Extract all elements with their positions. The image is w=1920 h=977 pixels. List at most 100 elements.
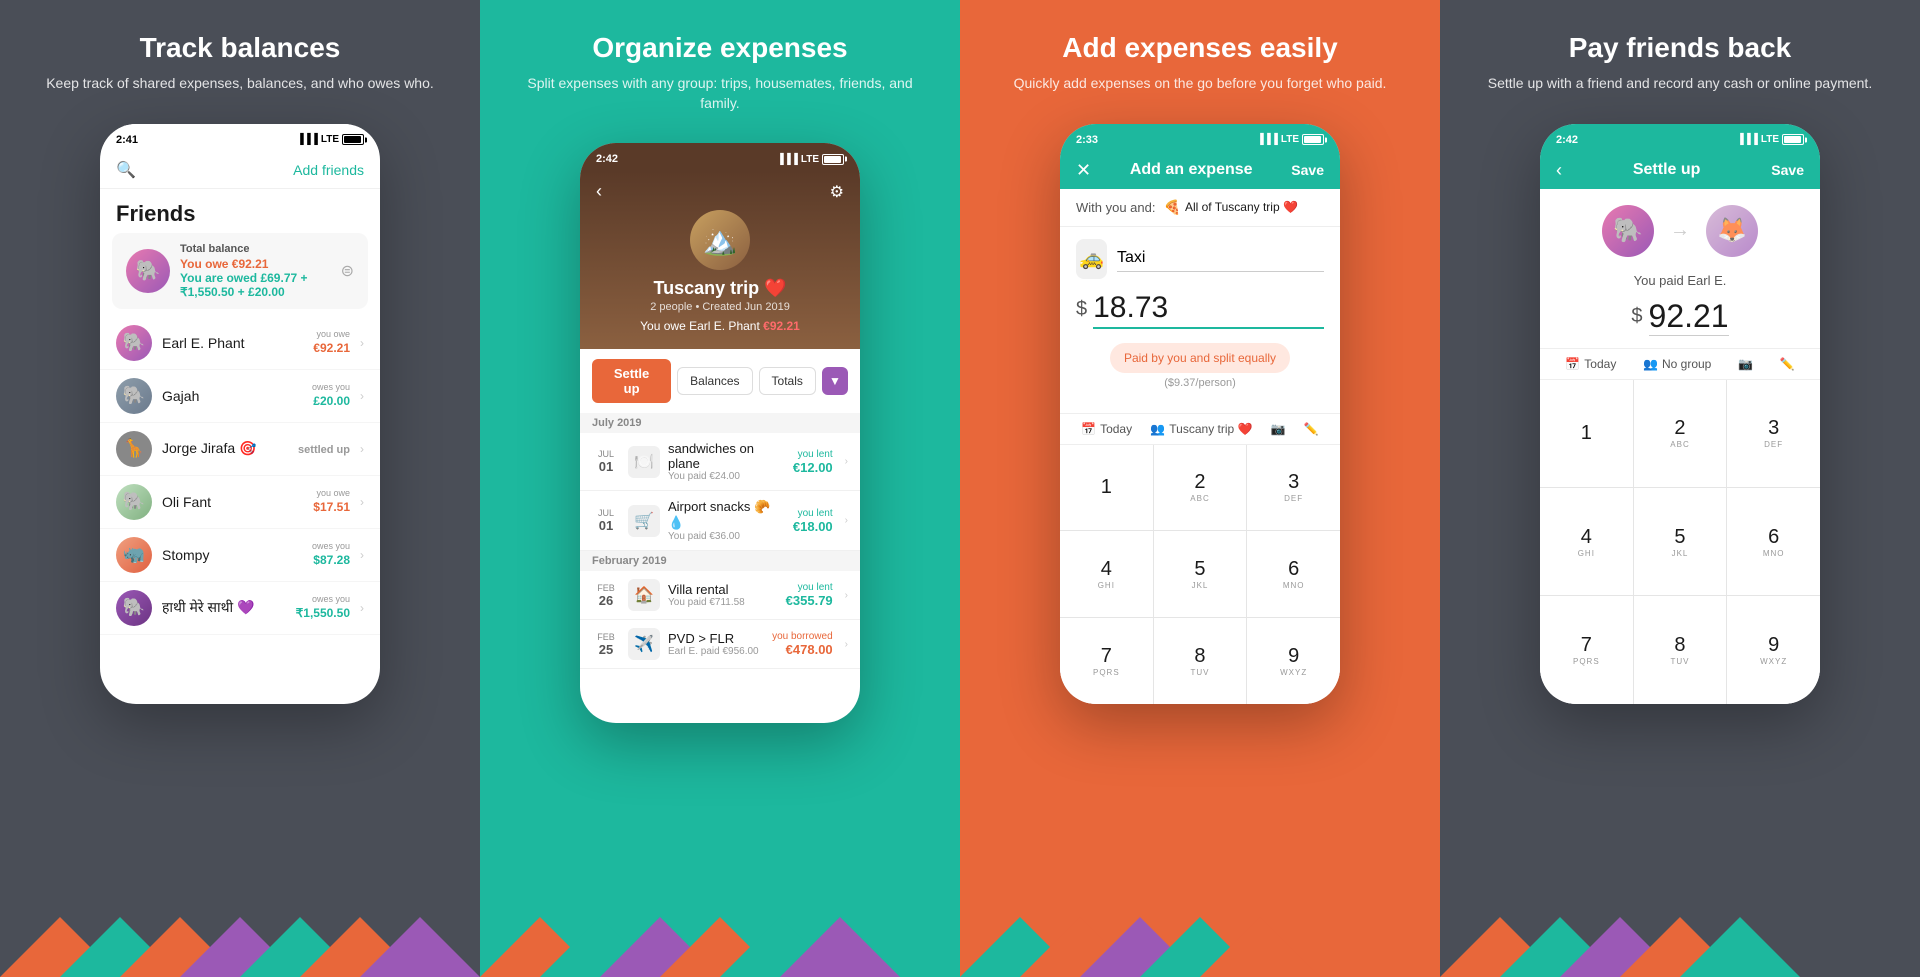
numpad-key[interactable]: 6MNO (1247, 531, 1340, 617)
signal-icon: ▐▐▐ (297, 134, 318, 145)
calendar-icon4: 📅 (1565, 357, 1580, 371)
numpad-key[interactable]: 5JKL (1634, 488, 1727, 595)
friend-row[interactable]: 🐘 Earl E. Phant you owe €92.21 › (100, 317, 380, 370)
numpad-key[interactable]: 4GHI (1060, 531, 1153, 617)
add-friends-button[interactable]: Add friends (293, 162, 364, 178)
numpad-key[interactable]: 2ABC (1634, 380, 1727, 487)
camera-icon4[interactable]: 📷 (1738, 357, 1753, 371)
key-alpha: WXYZ (1760, 657, 1787, 666)
key-number: 9 (1768, 634, 1779, 657)
panel3-phone: 2:33 ▐▐▐ LTE ✕ Add an expense Save With … (1060, 124, 1340, 704)
numpad-key[interactable]: 7PQRS (1060, 618, 1153, 704)
add-expense-title: Add an expense (1130, 161, 1253, 179)
lte-label: LTE (321, 134, 339, 145)
expense-amount: you lent €355.79 (786, 582, 833, 608)
settings-icon[interactable]: ⚙ (830, 182, 844, 202)
friend-name: Stompy (162, 547, 302, 563)
friend-row[interactable]: 🐘 Oli Fant you owe $17.51 › (100, 476, 380, 529)
numpad-key[interactable]: 1 (1540, 380, 1633, 487)
date-selector[interactable]: 📅 Today (1081, 422, 1132, 436)
friends-list: 🐘 Earl E. Phant you owe €92.21 › 🐘 Gajah… (100, 317, 380, 704)
owe-amount: €92.21 (763, 319, 800, 333)
key-number: 4 (1581, 526, 1592, 549)
transfer-section: 🐘 → 🦊 (1540, 189, 1820, 273)
friend-row[interactable]: 🦒 Jorge Jirafa 🎯 settled up › (100, 423, 380, 476)
friend-amount: $17.51 (313, 500, 350, 514)
panel3-header: Add expenses easily Quickly add expenses… (974, 0, 1427, 114)
expense-amount[interactable]: 18.73 (1093, 291, 1324, 329)
numpad-key[interactable]: 5JKL (1154, 531, 1247, 617)
date-label: Today (1100, 422, 1132, 436)
key-alpha: GHI (1098, 581, 1115, 590)
settle-amount[interactable]: 92.21 (1649, 298, 1729, 336)
status-icons3: ▐▐▐ LTE (1257, 134, 1324, 145)
split-method-button[interactable]: Paid by you and split equally (1110, 343, 1290, 373)
search-icon[interactable]: 🔍 (116, 160, 136, 180)
expense-row[interactable]: Jul 01 🛒 Airport snacks 🥐💧 You paid €36.… (580, 491, 860, 551)
numpad-key[interactable]: 4GHI (1540, 488, 1633, 595)
bottom-decoration4 (1440, 917, 1920, 977)
panel2-subtitle: Split expenses with any group: trips, ho… (520, 74, 920, 113)
friend-amount: settled up (298, 444, 350, 456)
friend-balance: you owe $17.51 (313, 488, 350, 516)
back-button[interactable]: ‹ (596, 181, 602, 202)
expense-amount: you lent €18.00 (793, 508, 833, 534)
balance-options-icon[interactable]: ⊜ (341, 261, 354, 281)
key-alpha: TUV (1190, 668, 1209, 677)
numpad-key[interactable]: 3DEF (1247, 445, 1340, 531)
filter-button[interactable]: ▼ (822, 367, 848, 395)
chevron-icon: › (360, 442, 364, 456)
save-button[interactable]: Save (1291, 162, 1324, 178)
numpad-key[interactable]: 8TUV (1154, 618, 1247, 704)
group-selector4[interactable]: 👥 No group (1643, 357, 1711, 371)
friend-avatar: 🐘 (116, 325, 152, 361)
numpad-key[interactable]: 9WXYZ (1247, 618, 1340, 704)
expense-type-label: you lent (793, 508, 833, 519)
totals-tab[interactable]: Totals (759, 367, 816, 395)
key-number: 4 (1101, 558, 1112, 581)
friend-amount: €92.21 (313, 341, 350, 355)
total-owe: You owe €92.21 (180, 257, 331, 271)
expense-type-label: you lent (793, 449, 833, 460)
expense-name-input[interactable] (1117, 245, 1324, 272)
currency-symbol: $ (1076, 298, 1087, 321)
expense-details: sandwiches on plane You paid €24.00 (668, 441, 785, 482)
friend-name: हाथी मेरे साथी 💜 (162, 598, 286, 617)
panel1-phone: 2:41 ▐▐▐ LTE 🔍 Add friends Friends 🐘 Tot… (100, 124, 380, 704)
date-label4: Today (1584, 357, 1616, 371)
save-button4[interactable]: Save (1771, 162, 1804, 178)
balances-tab[interactable]: Balances (677, 367, 752, 395)
month-label: February 2019 (580, 551, 860, 571)
numpad-key[interactable]: 1 (1060, 445, 1153, 531)
numpad-key[interactable]: 2ABC (1154, 445, 1247, 531)
camera-icon[interactable]: 📷 (1271, 422, 1286, 436)
expense-row[interactable]: Jul 01 🍽️ sandwiches on plane You paid €… (580, 433, 860, 491)
edit-icon4[interactable]: ✏️ (1780, 357, 1795, 371)
friend-row[interactable]: 🐘 हाथी मेरे साथी 💜 owes you ₹1,550.50 › (100, 582, 380, 635)
expense-row[interactable]: Feb 25 ✈️ PVD > FLR Earl E. paid €956.00… (580, 620, 860, 669)
group-selector-bottom[interactable]: 👥 Tuscany trip ❤️ (1150, 422, 1252, 436)
edit-icon[interactable]: ✏️ (1304, 422, 1319, 436)
key-alpha: ABC (1670, 440, 1689, 449)
numpad-key[interactable]: 7PQRS (1540, 596, 1633, 703)
numpad-key[interactable]: 3DEF (1727, 380, 1820, 487)
close-button[interactable]: ✕ (1076, 160, 1091, 181)
settle-up-button[interactable]: Settle up (592, 359, 671, 403)
numpad-key[interactable]: 9WXYZ (1727, 596, 1820, 703)
numpad-key[interactable]: 8TUV (1634, 596, 1727, 703)
expense-date: Feb 26 (592, 583, 620, 608)
friend-avatar: 🐘 (116, 484, 152, 520)
numpad-key[interactable]: 6MNO (1727, 488, 1820, 595)
group-selector[interactable]: 🍕 All of Tuscany trip ❤️ (1164, 199, 1298, 216)
status-time2: 2:42 (596, 153, 618, 165)
battery-icon2 (822, 154, 844, 165)
friend-row[interactable]: 🐘 Gajah owes you £20.00 › (100, 370, 380, 423)
panel1-header: Track balances Keep track of shared expe… (6, 0, 474, 114)
settle-currency: $ (1631, 305, 1642, 328)
back-button4[interactable]: ‹ (1556, 160, 1562, 181)
group-header-top: ‹ ⚙ (596, 181, 844, 202)
expense-category-icon[interactable]: 🚕 (1076, 239, 1107, 279)
friend-row[interactable]: 🦏 Stompy owes you $87.28 › (100, 529, 380, 582)
date-selector4[interactable]: 📅 Today (1565, 357, 1616, 371)
expense-row[interactable]: Feb 26 🏠 Villa rental You paid €711.58 y… (580, 571, 860, 620)
